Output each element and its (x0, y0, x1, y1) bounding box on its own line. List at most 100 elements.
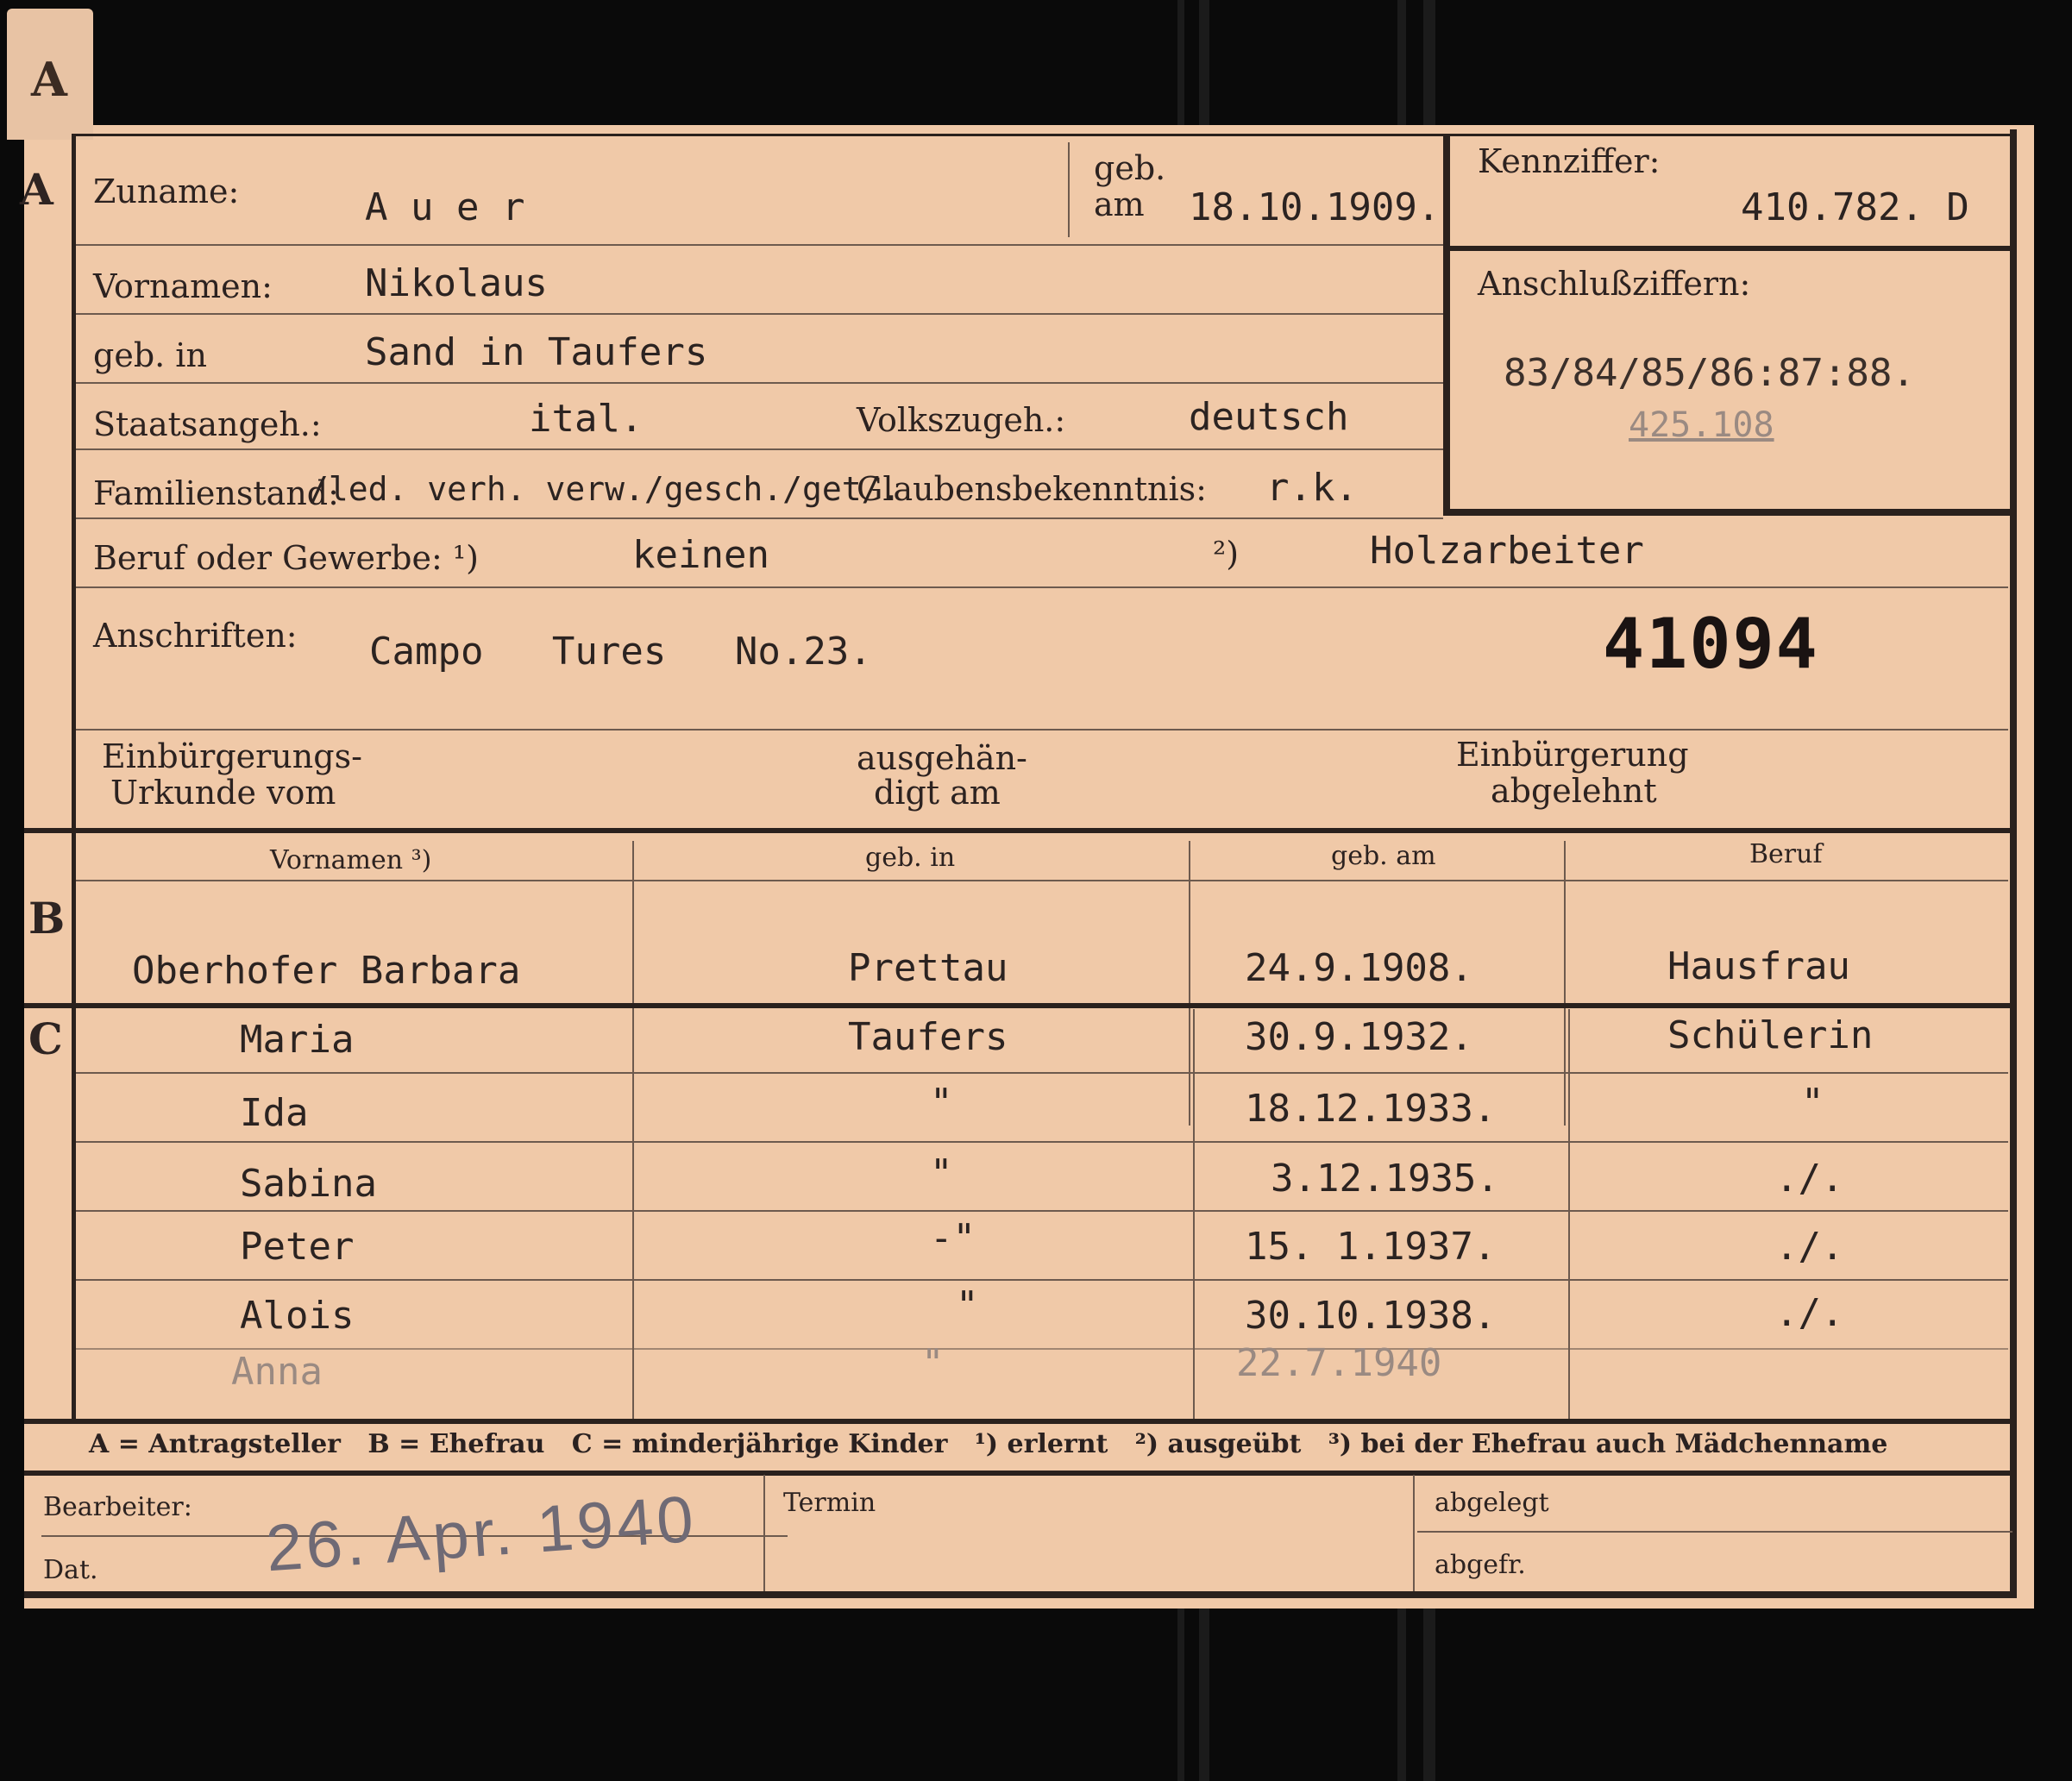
zuname-label: Zuname: (93, 172, 240, 210)
footer-line (1417, 1531, 2012, 1533)
date-stamp: 26. Apr. 1940 (263, 1482, 700, 1586)
c-row-job: " (1801, 1081, 1824, 1125)
section-separator-bc (24, 1003, 2012, 1008)
legend-top-line (24, 1419, 2012, 1424)
c-row-date: 3.12.1935. (1271, 1157, 1499, 1201)
footer-divider (763, 1475, 765, 1591)
anschluss-extra: 425.108 (1629, 405, 1774, 445)
abgefr-label: abgefr. (1435, 1550, 1526, 1580)
row-line (76, 448, 1443, 450)
footer-divider (1413, 1475, 1415, 1591)
col-divider (1564, 841, 1566, 1126)
row-line (76, 313, 1443, 315)
col-divider (1568, 1009, 1570, 1419)
beruf-value-1: keinen (632, 533, 769, 577)
frame-top (72, 134, 2012, 136)
c-row-line (76, 1210, 2008, 1212)
c-row-place: Taufers (848, 1015, 1008, 1059)
b-row-date: 24.9.1908. (1245, 946, 1473, 990)
c-row-name: Ida (240, 1091, 309, 1135)
geb-am-divider (1068, 142, 1070, 237)
card-number: 41094 (1603, 604, 1819, 684)
abgelehnt-label-2: abgelehnt (1491, 772, 1657, 810)
b-row-job: Hausfrau (1667, 944, 1850, 988)
row-line (76, 517, 1443, 519)
dat-label: Dat. (43, 1555, 98, 1585)
tab-letter: A (31, 52, 67, 107)
c-row-line (76, 1072, 2008, 1074)
row-line (76, 586, 2008, 588)
c-row-place: " (921, 1341, 945, 1385)
kennziffer-box-left (1443, 134, 1450, 513)
c-row-date: 22.7.1940 (1236, 1341, 1442, 1385)
kennziffer-value: 410.782. D (1741, 185, 1969, 229)
col-divider (1193, 1009, 1195, 1419)
b-header-geb-am: geb. am (1331, 841, 1436, 871)
c-row-line (76, 1141, 2008, 1143)
einb-label-1: Einbürgerungs- (102, 737, 362, 775)
b-row-name: Oberhofer Barbara (132, 949, 521, 993)
beruf-mark-2: ²) (1213, 535, 1240, 573)
c-row-line (76, 1279, 2008, 1281)
familienstand-label: Familienstand: (93, 474, 339, 512)
c-row-date: 18.12.1933. (1245, 1087, 1497, 1131)
anschluss-value: 83/84/85/86:87:88. (1504, 351, 1915, 395)
volkszugeh-value: deutsch (1189, 395, 1349, 439)
b-header-line (76, 880, 2008, 881)
abgelehnt-label-1: Einbürgerung (1456, 736, 1689, 774)
c-row-job: Schülerin (1667, 1013, 1874, 1057)
c-row-date: 30.9.1932. (1245, 1015, 1473, 1059)
frame-right (2010, 129, 2017, 1596)
anschluss-label: Anschlußziffern: (1478, 265, 1751, 303)
section-a-letter: A (20, 164, 53, 215)
bearbeiter-label: Bearbeiter: (43, 1492, 192, 1522)
c-row-name: Anna (231, 1350, 323, 1394)
legend: A = Antragsteller B = Ehefrau C = minder… (89, 1429, 1888, 1459)
anschriften-value: Campo Tures No.23. (369, 630, 872, 674)
beruf-value-2: Holzarbeiter (1370, 529, 1644, 573)
staatsangeh-value: ital. (529, 397, 644, 441)
c-row-job: ./. (1775, 1157, 1844, 1201)
c-row-name: Peter (240, 1225, 355, 1269)
vornamen-value: Nikolaus (365, 261, 548, 305)
geb-am-label-2: am (1094, 185, 1145, 223)
staatsangeh-label: Staatsangeh.: (93, 405, 322, 443)
c-row-date: 30.10.1938. (1245, 1294, 1497, 1338)
vornamen-label: Vornamen: (93, 267, 273, 305)
b-header-vornamen: Vornamen ³) (270, 845, 432, 875)
termin-label: Termin (783, 1488, 876, 1518)
zuname-value: A u e r (365, 185, 525, 229)
beruf-label: Beruf oder Gewerbe: ¹) (93, 539, 479, 577)
card-tab: A (7, 9, 93, 140)
b-header-beruf: Beruf (1749, 839, 1823, 869)
ausgeh-label-1: ausgehän- (857, 739, 1027, 777)
geb-am-label-1: geb. (1094, 149, 1166, 187)
section-c-letter: C (28, 1013, 63, 1064)
c-row-name: Maria (240, 1018, 355, 1062)
c-row-line (76, 1348, 2008, 1350)
legend-bottom-line (24, 1471, 2012, 1476)
c-row-name: Sabina (240, 1162, 377, 1206)
b-row-place: Prettau (848, 946, 1008, 990)
b-header-geb-in: geb. in (865, 843, 956, 873)
kennziffer-box-bottom (1443, 509, 2012, 516)
anschriften-label: Anschriften: (93, 617, 298, 655)
col-divider (1189, 841, 1190, 1126)
row-line (76, 729, 2008, 731)
section-b-letter: B (28, 893, 66, 944)
section-c-left (72, 1007, 76, 1420)
c-row-name: Alois (240, 1294, 355, 1338)
ausgeh-label-2: digt am (874, 774, 1001, 812)
frame-bottom (24, 1591, 2017, 1598)
col-divider (632, 1009, 634, 1419)
glauben-value: r.k. (1266, 466, 1358, 510)
index-card: A A Zuname: A u e r geb. am 18.10.1909. … (7, 9, 2034, 1609)
familienstand-value: /led. verh. verw./gesch./get/. (309, 470, 901, 508)
kennziffer-divider (1447, 246, 2012, 251)
c-row-place: " (930, 1151, 953, 1195)
row-line (76, 244, 1443, 246)
section-separator-ab (24, 828, 2012, 833)
volkszugeh-label: Volkszugeh.: (857, 401, 1066, 439)
glauben-label: Glaubensbekenntnis: (857, 470, 1207, 508)
row-line (76, 382, 1443, 384)
